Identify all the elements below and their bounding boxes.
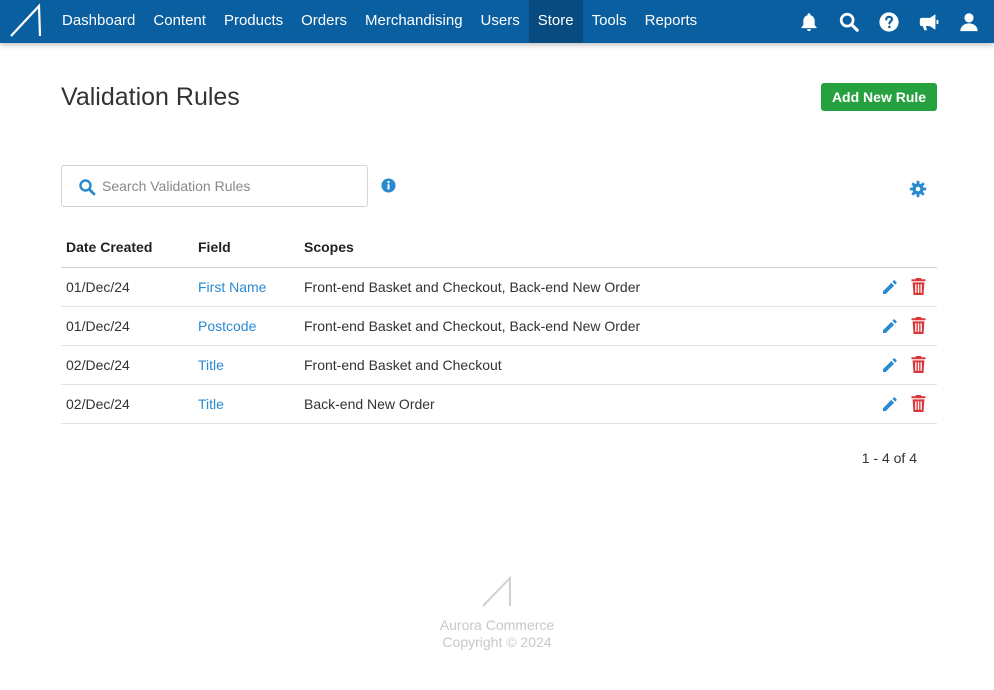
table-header: Date Created Field Scopes [61, 228, 937, 268]
bell-icon[interactable] [798, 11, 820, 33]
page-title: Validation Rules [61, 83, 240, 111]
scopes-cell: Back-end New Order [304, 396, 435, 412]
pencil-icon[interactable] [881, 356, 899, 374]
search-field[interactable] [61, 165, 368, 207]
trash-icon[interactable] [910, 316, 927, 335]
table-row: 02/Dec/24 Title Front-end Basket and Che… [61, 346, 937, 385]
aurora-logo-icon [482, 575, 511, 607]
nav-item-users[interactable]: Users [472, 0, 529, 43]
field-link[interactable]: First Name [198, 279, 266, 295]
column-header-scopes[interactable]: Scopes [304, 239, 354, 255]
pagination-summary: 1 - 4 of 4 [861, 450, 917, 466]
date-cell: 01/Dec/24 [66, 279, 130, 295]
date-cell: 02/Dec/24 [66, 396, 130, 412]
date-cell: 01/Dec/24 [66, 318, 130, 334]
validation-rules-table: Date Created Field Scopes 01/Dec/24 Firs… [61, 228, 937, 424]
nav-item-content[interactable]: Content [144, 0, 215, 43]
column-header-date[interactable]: Date Created [66, 239, 152, 255]
field-link[interactable]: Postcode [198, 318, 256, 334]
aurora-logo-icon[interactable] [8, 3, 44, 39]
trash-icon[interactable] [910, 355, 927, 374]
add-new-rule-button[interactable]: Add New Rule [821, 83, 937, 111]
trash-icon[interactable] [910, 277, 927, 296]
search-icon [79, 179, 96, 196]
footer-copyright: Copyright © 2024 [442, 634, 552, 650]
scopes-cell: Front-end Basket and Checkout, Back-end … [304, 279, 641, 295]
table-row: 01/Dec/24 Postcode Front-end Basket and … [61, 307, 937, 346]
date-cell: 02/Dec/24 [66, 357, 130, 373]
nav-item-tools[interactable]: Tools [583, 0, 636, 43]
search-input[interactable] [102, 167, 360, 205]
gear-icon[interactable] [909, 180, 927, 198]
nav-item-orders[interactable]: Orders [292, 0, 356, 43]
nav-item-store[interactable]: Store [528, 0, 583, 43]
pencil-icon[interactable] [881, 395, 899, 413]
column-header-field[interactable]: Field [198, 239, 231, 255]
nav-item-merchandising[interactable]: Merchandising [356, 0, 472, 43]
field-link[interactable]: Title [198, 357, 224, 373]
footer-brand: Aurora Commerce [439, 617, 555, 633]
nav-item-dashboard[interactable]: Dashboard [53, 0, 144, 43]
trash-icon[interactable] [910, 394, 927, 413]
scopes-cell: Front-end Basket and Checkout, Back-end … [304, 318, 641, 334]
info-icon[interactable] [381, 178, 396, 193]
nav-item-reports[interactable]: Reports [636, 0, 707, 43]
pencil-icon[interactable] [881, 278, 899, 296]
topbar-actions [780, 0, 980, 43]
search-icon[interactable] [838, 11, 860, 33]
main-nav: Dashboard Content Products Orders Mercha… [53, 0, 706, 43]
megaphone-icon[interactable] [918, 11, 940, 33]
footer: Aurora Commerce Copyright © 2024 [0, 575, 994, 651]
top-navbar: Dashboard Content Products Orders Mercha… [0, 0, 994, 43]
nav-item-products[interactable]: Products [215, 0, 292, 43]
scopes-cell: Front-end Basket and Checkout [304, 357, 502, 373]
pencil-icon[interactable] [881, 317, 899, 335]
help-icon[interactable] [878, 11, 900, 33]
field-link[interactable]: Title [198, 396, 224, 412]
table-row: 02/Dec/24 Title Back-end New Order [61, 385, 937, 424]
table-row: 01/Dec/24 First Name Front-end Basket an… [61, 268, 937, 307]
user-icon[interactable] [958, 11, 980, 33]
